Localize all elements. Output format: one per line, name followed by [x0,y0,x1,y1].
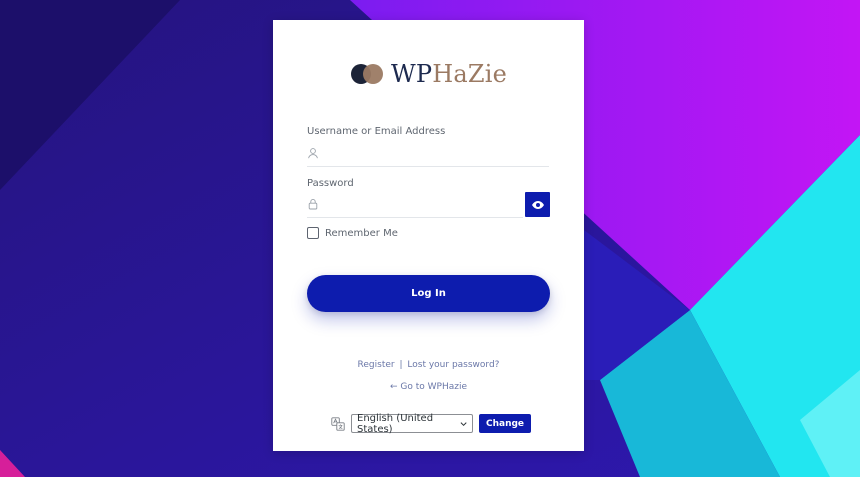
lock-icon [308,198,318,210]
logo-wordmark: WPHaZie [391,60,507,88]
logo-word-part1: WP [391,60,433,88]
username-input[interactable] [327,142,531,166]
user-icon [308,148,318,159]
password-field-wrapper [307,193,531,218]
username-field-wrapper [307,142,549,167]
username-label: Username or Email Address [307,126,446,137]
login-button[interactable]: Log In [307,275,550,312]
logo-word-part2: HaZie [432,60,508,88]
change-language-button[interactable]: Change [479,414,532,433]
go-to-site-link[interactable]: ← Go to WPHazie [390,382,467,392]
language-switcher: English (United States) Change [331,412,532,435]
login-card: WPHaZie Username or Email Address Passwo… [273,20,584,451]
register-link[interactable]: Register [358,360,395,370]
two-overlapping-circles-logo-icon [351,63,385,85]
account-links: Register | Lost your password? [273,360,584,370]
remember-me-label: Remember Me [325,227,398,239]
remember-me-row[interactable]: Remember Me [307,227,398,239]
language-select-value: English (United States) [357,412,434,435]
lost-password-link[interactable]: Lost your password? [407,360,499,370]
back-to-site: ← Go to WPHazie [273,382,584,392]
site-logo[interactable]: WPHaZie [351,60,507,88]
password-input[interactable] [327,193,531,217]
eye-icon [531,200,544,209]
language-select[interactable]: English (United States) [351,412,473,435]
remember-me-checkbox[interactable] [307,227,319,239]
show-password-button[interactable] [525,192,550,217]
chevron-down-icon [460,421,467,426]
link-separator: | [399,360,403,370]
password-label: Password [307,178,354,189]
translate-icon [331,416,345,431]
